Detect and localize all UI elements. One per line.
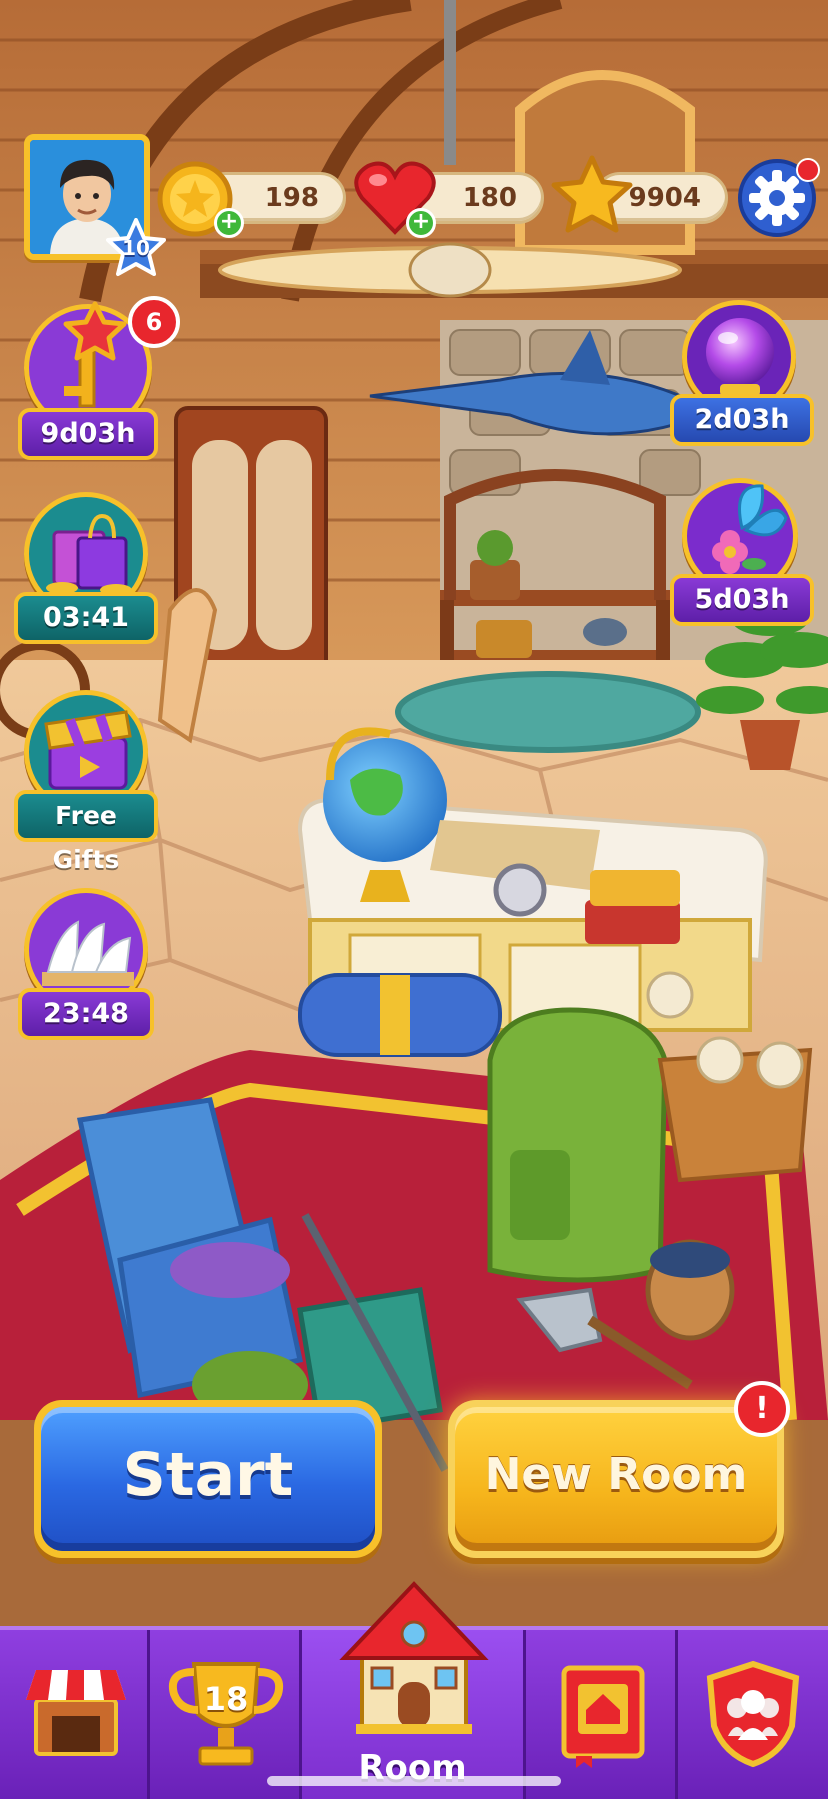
team-shield-icon: [706, 1660, 800, 1768]
home-indicator[interactable]: [267, 1776, 561, 1786]
add-coins-button[interactable]: +: [214, 208, 244, 238]
lives-value: 180: [462, 183, 517, 213]
start-button-label: Start: [41, 1407, 375, 1551]
bottom-navigation-bar: 18 Room: [0, 1581, 828, 1799]
shopping-bag-icon: [46, 513, 132, 596]
nav-album[interactable]: [526, 1630, 678, 1799]
gift-box-icon: [44, 710, 132, 790]
nav-team[interactable]: [678, 1630, 828, 1799]
stars-value: 9904: [628, 183, 701, 213]
book-icon: [561, 1665, 645, 1768]
start-button[interactable]: Start: [34, 1400, 382, 1558]
key-event-badge: 6: [128, 296, 180, 348]
nav-leaderboard[interactable]: 18: [150, 1630, 302, 1799]
new-room-button[interactable]: New Room: [448, 1400, 784, 1558]
sydney-event-button[interactable]: 23:48: [18, 884, 154, 1046]
new-room-alert-badge: !: [734, 1381, 790, 1437]
player-level-value: 10: [122, 236, 150, 260]
crystal-ball-icon: [706, 318, 774, 396]
settings-notification-dot: [796, 158, 820, 182]
key-event-timer: 9d03h: [18, 408, 158, 460]
shopping-offer-button[interactable]: 03:41: [14, 488, 158, 650]
sydney-event-timer: 23:48: [18, 988, 154, 1040]
coins-value: 198: [264, 183, 319, 213]
butterfly-event-button[interactable]: 5d03h: [670, 478, 814, 632]
crystal-ball-event-button[interactable]: 2d03h: [670, 300, 814, 450]
opera-house-icon: [42, 920, 134, 986]
star-key-icon: [63, 301, 127, 408]
add-lives-button[interactable]: +: [406, 208, 436, 238]
nav-shop[interactable]: [0, 1630, 150, 1799]
shop-icon: [26, 1670, 126, 1756]
butterfly-flower-icon: [712, 484, 788, 574]
new-room-button-label: New Room: [455, 1407, 777, 1551]
free-gifts-button[interactable]: Free Gifts: [14, 686, 158, 874]
shopping-offer-timer: 03:41: [14, 592, 158, 644]
crystal-ball-event-timer: 2d03h: [670, 394, 814, 446]
trophy-rank-value: 18: [203, 1680, 249, 1718]
free-gifts-label: Free Gifts: [14, 790, 158, 874]
butterfly-event-timer: 5d03h: [670, 574, 814, 626]
nav-room[interactable]: Room: [302, 1581, 526, 1799]
house-icon: [339, 1581, 489, 1734]
star-icon: [551, 155, 633, 233]
